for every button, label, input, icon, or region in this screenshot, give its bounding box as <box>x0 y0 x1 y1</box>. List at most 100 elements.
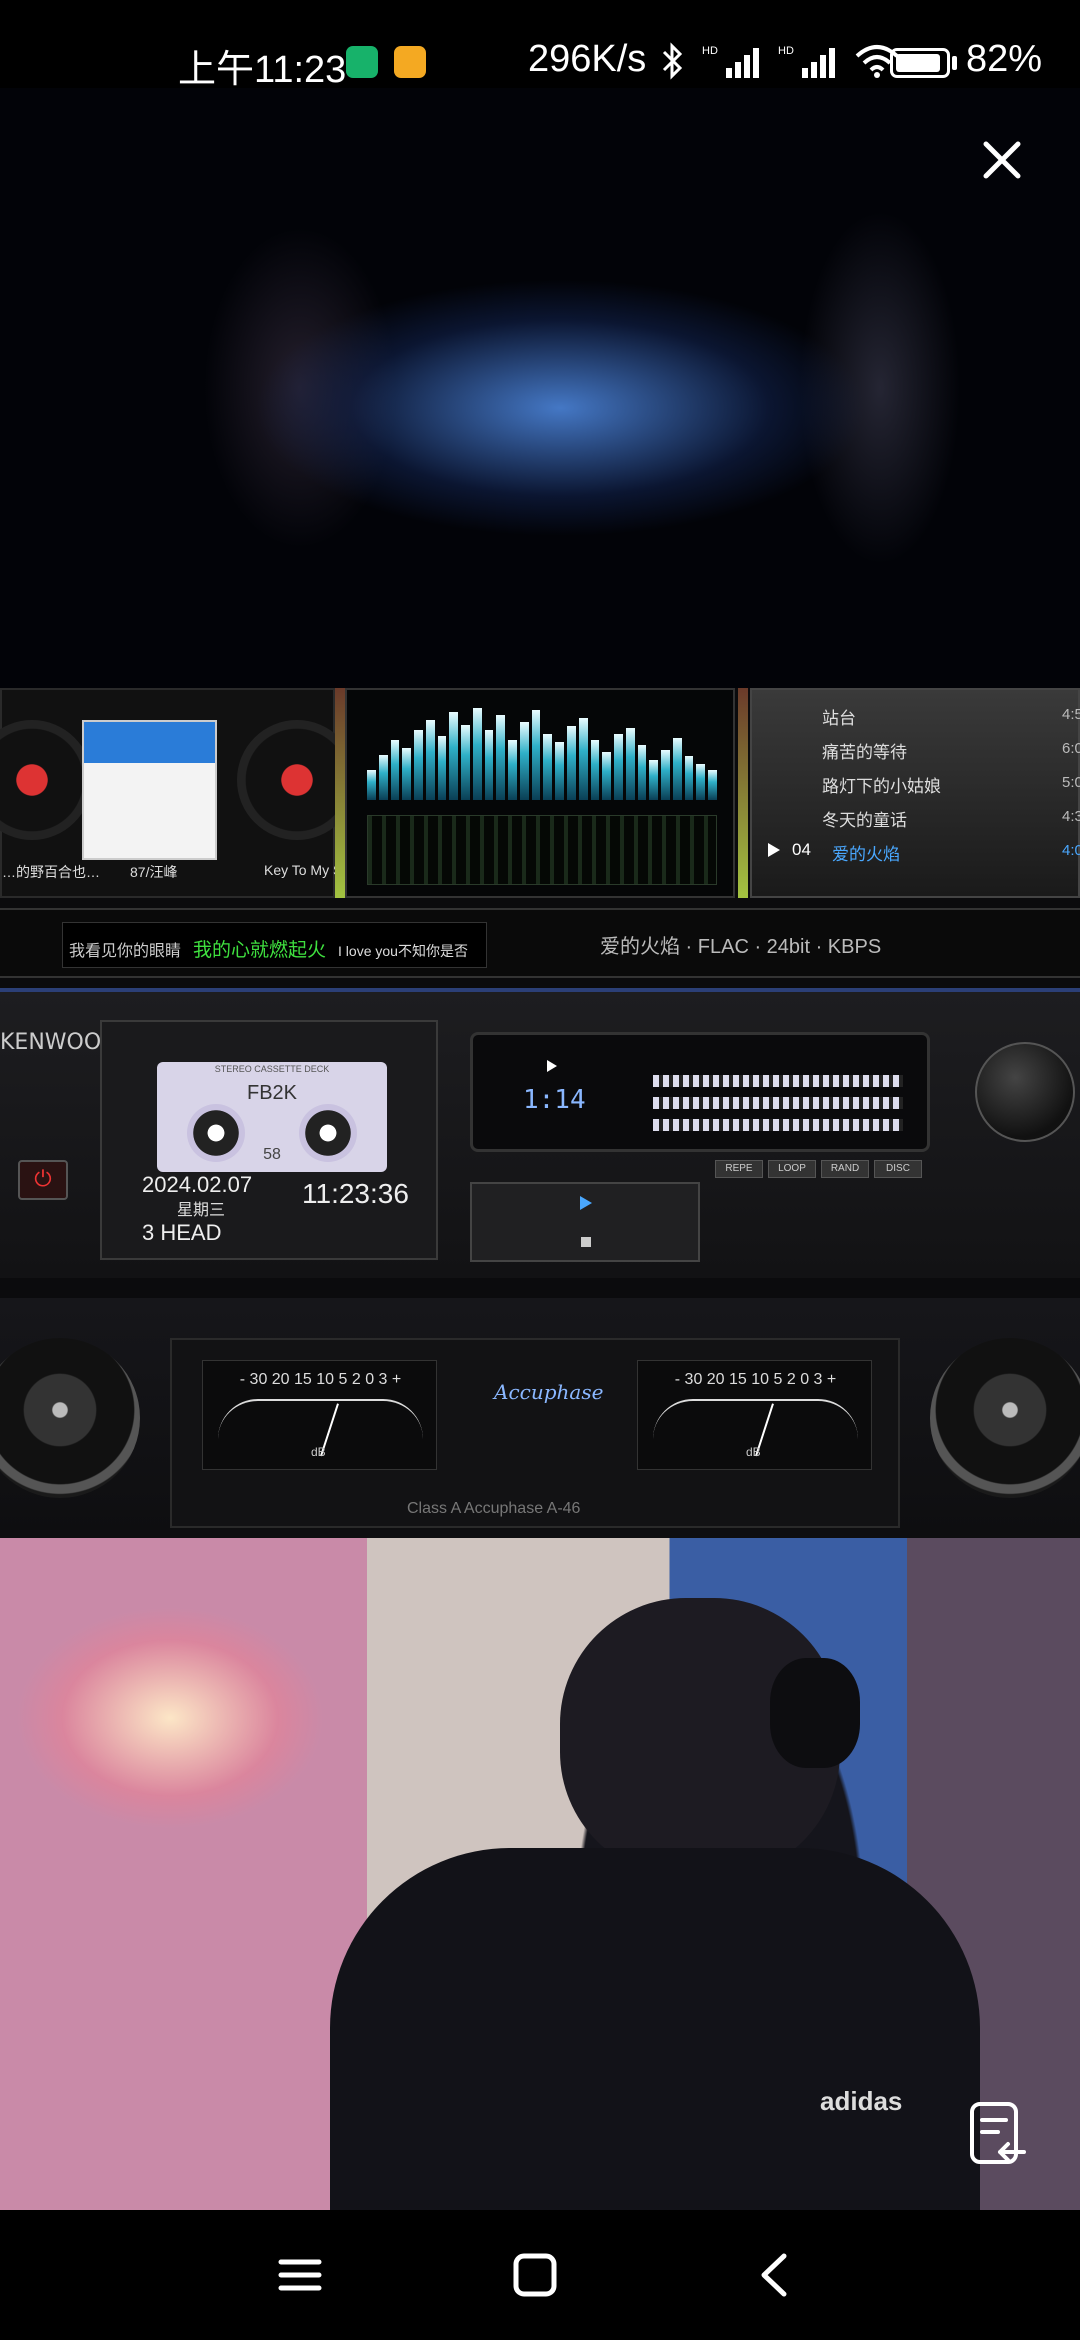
playlist-panel: 站台 4:5 痛苦的等待 6:0 路灯下的小姑娘 5:0 冬天的童话 4:3 0… <box>750 688 1080 898</box>
spectrum-bar <box>531 710 541 800</box>
spectrum-bar <box>614 734 623 800</box>
speaker-icon <box>930 1338 1080 1498</box>
playlist-item: 冬天的童话 <box>822 811 907 830</box>
message-notification-icon <box>394 46 426 78</box>
spectrum-bar <box>578 718 588 800</box>
vu-scale: - 30 20 15 10 5 2 0 3 + <box>674 1371 837 1388</box>
spectrum-bar <box>661 750 670 800</box>
menu-icon[interactable] <box>265 2240 335 2310</box>
spectrum-bar <box>461 725 470 800</box>
vu-unit: dB <box>311 1445 326 1459</box>
spectrum-bar <box>378 755 388 800</box>
spectrum-bars <box>367 700 717 800</box>
cassette-deck: KENWOOD ⏻ STEREO CASSETTE DECK FB2K 58 2… <box>0 988 1080 1278</box>
spectrum-bar <box>484 730 494 800</box>
spectrum-bar <box>390 740 400 800</box>
spectrum-bar <box>625 728 635 800</box>
status-time: 上午11:23 <box>178 49 347 91</box>
spectrum-bar <box>367 770 376 800</box>
spectrum-bar <box>637 745 647 800</box>
album-label: 87/汪峰 <box>130 864 178 880</box>
lyric-line: 我看见你的眼睛 <box>69 943 182 960</box>
back-icon[interactable] <box>740 2240 810 2310</box>
mode-button-loop: LOOP <box>768 1160 816 1178</box>
webcam-video[interactable]: adidas <box>0 1538 1080 2228</box>
deck-display: 1:14 <box>470 1032 930 1152</box>
album-carousel: …的野百合也… 87/汪峰 Key To My S <box>0 688 357 898</box>
battery-icon <box>890 48 950 78</box>
level-meter <box>653 1075 903 1087</box>
vinyl-record-icon <box>0 720 92 840</box>
vu-scale: - 30 20 15 10 5 2 0 3 + <box>239 1371 402 1388</box>
spectrum-bar <box>414 730 423 800</box>
spectrum-bar <box>472 708 482 800</box>
level-meter <box>653 1097 903 1109</box>
status-icons: HD HD <box>660 42 900 80</box>
spectrum-bar <box>449 712 459 800</box>
mode-button-rand: RAND <box>821 1160 869 1178</box>
spectrum-bar <box>543 734 553 800</box>
svg-text:HD: HD <box>702 45 718 57</box>
deck-date: 2024.02.07 <box>142 1172 253 1197</box>
tape-counter: 1:14 <box>523 1085 586 1115</box>
lyric-display: 我看见你的眼睛 我的心就燃起火 I love you不知你是否 <box>62 922 487 968</box>
vu-unit: dB <box>746 1445 761 1459</box>
amp-footer: Class A Accuphase A-46 <box>407 1500 581 1517</box>
close-icon[interactable] <box>976 134 1028 186</box>
play-indicator-icon <box>768 843 780 857</box>
deck-clock: 11:23:36 <box>302 1178 409 1209</box>
cassette-sub: 58 <box>263 1146 281 1163</box>
speaker-icon <box>0 1338 140 1498</box>
album-label: Key To My S <box>264 862 343 878</box>
vu-meter-section: - 30 20 15 10 5 2 0 3 + dB Accuphase - 3… <box>0 1298 1080 1538</box>
spectrum-bar <box>708 770 717 800</box>
track-info: 爱的火焰 · FLAC · 24bit · KBPS <box>600 936 882 958</box>
note-return-icon[interactable] <box>968 2100 1028 2170</box>
spectrum-bar <box>519 722 529 800</box>
amp-brand: Accuphase <box>494 1380 604 1404</box>
spectrum-bar <box>672 738 682 800</box>
spectrum-bar <box>496 715 506 800</box>
equalizer-panel <box>367 815 717 885</box>
deck-head: 3 HEAD <box>142 1220 222 1245</box>
deck-weekday: 星期三 <box>177 1202 226 1219</box>
transport-controls <box>470 1182 700 1262</box>
playlist-item: 路灯下的小姑娘 <box>822 777 941 796</box>
cassette-label: STEREO CASSETTE DECK <box>214 1064 330 1074</box>
cassette-tape: STEREO CASSETTE DECK FB2K 58 <box>157 1062 387 1172</box>
play-icon <box>580 1196 592 1210</box>
spectrum-bar <box>508 740 517 800</box>
level-meter <box>653 1119 903 1131</box>
spectrum-bar <box>590 740 600 800</box>
shield-notification-icon <box>346 46 378 78</box>
playlist-item: 站台 <box>822 709 856 728</box>
spectrum-bar <box>555 742 565 800</box>
spectrum-bar <box>402 748 412 800</box>
music-player-stream: …的野百合也… 87/汪峰 Key To My S 站台 4:5 痛苦的等待 6… <box>0 688 1080 1538</box>
bluetooth-icon <box>662 42 683 80</box>
mode-button-disc: DISC <box>874 1160 922 1178</box>
streamer-body <box>330 1848 980 2228</box>
playlist-item-duration: 4:3 <box>1062 808 1080 825</box>
playlist-item-duration: 4:0 <box>1062 842 1080 859</box>
spectrum-bar <box>425 720 435 800</box>
status-bar: 上午11:23 296K/s HD HD 82% <box>0 0 1080 91</box>
mode-button-repe: REPE <box>715 1160 763 1178</box>
spectrum-bar <box>602 752 612 800</box>
vu-panel: - 30 20 15 10 5 2 0 3 + dB Accuphase - 3… <box>170 1338 900 1528</box>
top-video[interactable] <box>0 88 1080 688</box>
lyric-line: I love you不知你是否 <box>338 943 468 959</box>
vu-meter-right: - 30 20 15 10 5 2 0 3 + dB <box>637 1360 872 1470</box>
album-cover <box>82 720 217 860</box>
battery-percent: 82% <box>966 38 1043 80</box>
playlist-item-duration: 6:0 <box>1062 740 1080 757</box>
volume-knob <box>975 1042 1075 1142</box>
spectrum-bar <box>684 756 694 800</box>
spectrum-bar <box>649 760 659 800</box>
spectrum-bar <box>696 764 706 800</box>
spectrum-bar <box>437 736 447 800</box>
playlist-item-duration: 4:5 <box>1062 706 1080 723</box>
home-icon[interactable] <box>500 2240 570 2310</box>
cassette-title: FB2K <box>246 1082 298 1104</box>
play-icon <box>547 1060 557 1072</box>
